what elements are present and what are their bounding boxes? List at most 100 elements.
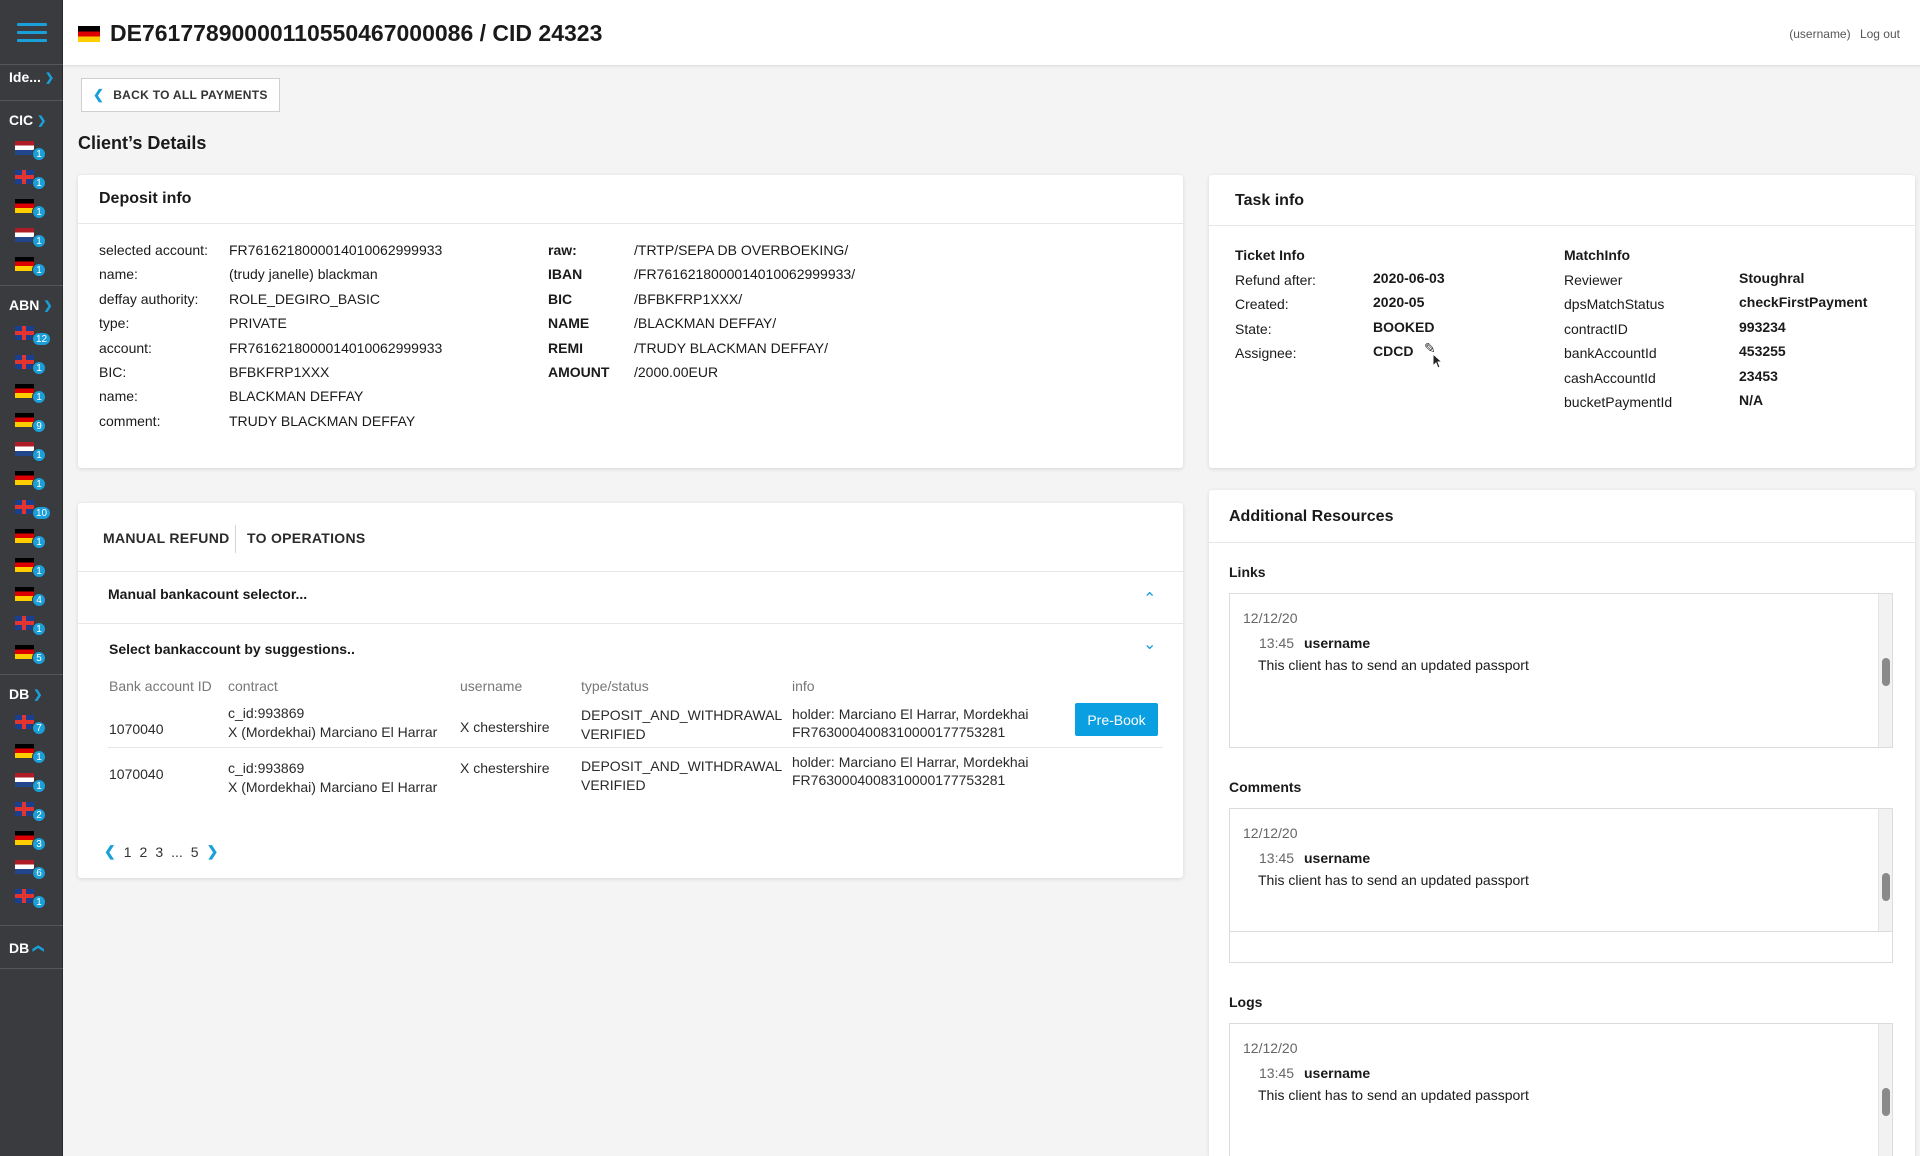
scrollbar[interactable] <box>1878 1024 1892 1156</box>
deposit-field: comment: TRUDY BLACKMAN DEFFAY <box>99 413 415 429</box>
links-list[interactable]: 12/12/20 13:45 username This client has … <box>1229 593 1893 748</box>
logout-link[interactable]: Log out <box>1860 27 1900 41</box>
page-title: DE76177890000110550467000086 / CID 24323 <box>78 20 602 47</box>
field-label: raw: <box>548 242 577 258</box>
field-value: /TRTP/SEPA DB OVERBOEKING/ <box>634 242 849 258</box>
task-field-label: Refund after: <box>1235 272 1316 288</box>
sidebar-flag-item[interactable]: 1 <box>15 555 46 581</box>
scrollbar-thumb[interactable] <box>1882 1088 1890 1116</box>
page-3[interactable]: 3 <box>155 844 163 860</box>
chevron-up-icon[interactable]: ⌄ <box>1143 587 1156 607</box>
field-value: ROLE_DEGIRO_BASIC <box>229 290 380 307</box>
sidebar-flag-item[interactable]: 1 <box>15 138 46 164</box>
sidebar-group-cic[interactable]: CIC ❯ <box>0 105 63 135</box>
sidebar-flag-item[interactable]: 1 <box>15 886 46 912</box>
comments-list[interactable]: 12/12/20 13:45 username This client has … <box>1229 808 1893 933</box>
sidebar-flag-item[interactable]: 1 <box>15 381 46 407</box>
divider <box>78 223 1183 224</box>
page-title-text: DE76177890000110550467000086 / CID 24323 <box>110 20 603 46</box>
entry-text: This client has to send an updated passp… <box>1258 657 1529 673</box>
chevron-down-icon: ❯ <box>44 71 55 84</box>
sidebar-flag-item[interactable]: 1 <box>15 196 46 222</box>
deposit-field: name: (trudy janelle) blackman <box>99 266 378 283</box>
sidebar-group-label: ABN <box>9 297 40 313</box>
sidebar-flag-item[interactable]: 9 <box>15 410 46 436</box>
sidebar-flag-item[interactable]: 1 <box>15 225 46 251</box>
field-value: FR7616218000014010062999933 <box>229 339 443 356</box>
count-badge: 1 <box>32 205 46 219</box>
deposit-field: REMI/TRUDY BLACKMAN DEFFAY/ <box>548 340 828 356</box>
sidebar-flag-item[interactable]: 4 <box>15 584 46 610</box>
sidebar-flag-item[interactable]: 10 <box>15 497 52 523</box>
scrollbar[interactable] <box>1878 809 1892 932</box>
logs-list[interactable]: 12/12/20 13:45 username This client has … <box>1229 1023 1893 1156</box>
sidebar-flag-item[interactable]: 1 <box>15 439 46 465</box>
field-label: selected account: <box>99 242 208 258</box>
sidebar-flag-item[interactable]: 3 <box>15 828 46 854</box>
tab-to-operations[interactable]: TO OPERATIONS <box>247 530 366 546</box>
sidebar-flag-item[interactable]: 6 <box>15 857 46 883</box>
field-value: /FR7616218000014010062999933/ <box>634 266 856 283</box>
count-badge: 1 <box>32 622 46 636</box>
cell-status: VERIFIED <box>581 777 646 793</box>
field-value: /BFBKFRP1XXX/ <box>634 290 743 307</box>
section-title: Client’s Details <box>78 133 207 153</box>
count-badge: 2 <box>32 808 46 822</box>
deposit-field: name: BLACKMAN DEFFAY <box>99 388 363 404</box>
sidebar-flag-item[interactable]: 1 <box>15 741 46 767</box>
sidebar-flag-item[interactable]: 2 <box>15 799 46 825</box>
tab-manual-refund[interactable]: MANUAL REFUND <box>103 530 230 546</box>
field-label: account: <box>99 339 152 356</box>
page-5[interactable]: 5 <box>191 844 199 860</box>
count-badge: 1 <box>32 535 46 549</box>
sidebar-flag-item[interactable]: 1 <box>15 468 46 494</box>
menu-icon[interactable] <box>0 0 63 64</box>
sidebar-flag-item[interactable]: 7 <box>15 712 46 738</box>
chevron-down-icon[interactable]: ⌄ <box>1143 634 1156 654</box>
manual-bankaccount-selector[interactable]: Manual bankacount selector... <box>108 586 307 602</box>
select-by-suggestions[interactable]: Select bankaccount by suggestions.. <box>109 641 355 657</box>
tab-divider <box>235 525 236 553</box>
task-info-title: Task info <box>1235 192 1305 209</box>
sidebar-flag-item[interactable]: 1 <box>15 352 46 378</box>
field-label: IBAN <box>548 266 583 283</box>
comment-input[interactable] <box>1229 931 1893 963</box>
field-label: name: <box>99 266 138 283</box>
sidebar-group-abn[interactable]: ABN ❯ <box>0 290 63 320</box>
sidebar-flag-item[interactable]: 12 <box>15 323 52 349</box>
scrollbar-thumb[interactable] <box>1882 873 1890 901</box>
match-info-heading: MatchInfo <box>1564 247 1631 263</box>
sidebar-flag-item[interactable]: 5 <box>15 642 46 668</box>
field-label: deffay authority: <box>99 290 199 307</box>
scrollbar-thumb[interactable] <box>1882 658 1890 686</box>
task-field-value: Stoughral <box>1739 270 1805 286</box>
task-field-label: Assignee: <box>1235 345 1297 362</box>
pre-book-button[interactable]: Pre-Book <box>1075 703 1158 736</box>
sidebar-group-db-2[interactable]: DB ❯ <box>0 933 63 963</box>
task-field-value: BOOKED <box>1373 318 1435 335</box>
back-to-all-payments-button[interactable]: ❮ BACK TO ALL PAYMENTS <box>81 78 280 112</box>
scrollbar[interactable] <box>1878 594 1892 747</box>
username-label: (username) <box>1789 27 1851 41</box>
cell-info-holder: holder: Marciano El Harrar, Mordekhai <box>792 754 1029 770</box>
sidebar-flag-item[interactable]: 1 <box>15 770 46 796</box>
page-1[interactable]: 1 <box>124 844 132 860</box>
next-page-icon[interactable]: ❯ <box>207 843 219 860</box>
field-label: BIC <box>548 290 573 307</box>
previous-page-icon[interactable]: ❮ <box>104 843 116 860</box>
task-field-value: 2020-06-03 <box>1373 270 1445 286</box>
sidebar-flag-item[interactable]: 1 <box>15 613 46 639</box>
task-field-label: dpsMatchStatus <box>1564 296 1665 313</box>
sidebar-flag-item[interactable]: 1 <box>15 254 46 280</box>
task-field-value: 993234 <box>1739 318 1786 335</box>
task-field-value: 23453 <box>1739 367 1778 384</box>
count-badge: 1 <box>32 477 46 491</box>
sidebar-group-identity[interactable]: Ide... ❯ <box>0 62 63 92</box>
sidebar-group-label: Ide... <box>9 69 41 85</box>
sidebar-group-db[interactable]: DB ❯ <box>0 679 63 709</box>
page-2[interactable]: 2 <box>140 844 148 860</box>
ticket-info-heading: Ticket Info <box>1235 247 1305 263</box>
cell-info-holder: holder: Marciano El Harrar, Mordekhai <box>792 706 1029 722</box>
sidebar-flag-item[interactable]: 1 <box>15 526 46 552</box>
sidebar-flag-item[interactable]: 1 <box>15 167 46 193</box>
